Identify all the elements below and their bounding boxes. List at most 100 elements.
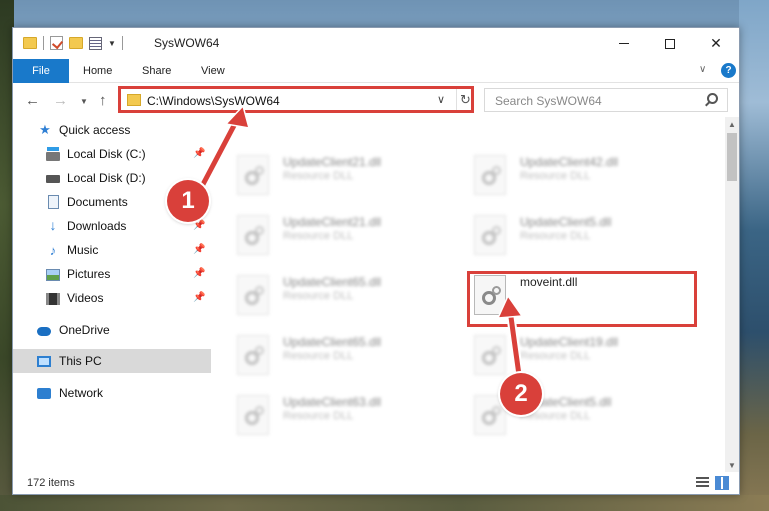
- computer-icon: [37, 354, 51, 368]
- scroll-up-icon[interactable]: ▲: [725, 117, 739, 131]
- sidebar-item-label: This PC: [59, 354, 102, 368]
- sidebar-item-local-disk-c[interactable]: Local Disk (C:) 📌: [13, 142, 211, 166]
- file-type: Resource DLL: [283, 290, 354, 302]
- sidebar-item-this-pc[interactable]: This PC: [13, 349, 211, 373]
- file-item[interactable]: UpdateClient21.dll Resource DLL: [237, 151, 467, 203]
- tab-file[interactable]: File: [13, 59, 69, 83]
- sidebar-item-music[interactable]: ♪ Music 📌: [13, 238, 211, 262]
- file-type: Resource DLL: [520, 350, 591, 362]
- search-icon[interactable]: [707, 93, 718, 104]
- drive-icon: [46, 172, 60, 186]
- star-icon: ★: [39, 122, 51, 137]
- address-path[interactable]: C:\Windows\SysWOW64: [147, 94, 280, 108]
- dll-file-icon: [237, 215, 269, 255]
- pictures-icon: [46, 268, 60, 282]
- sidebar-item-label: Music: [67, 243, 99, 257]
- file-type: Resource DLL: [283, 170, 354, 182]
- ribbon: File Home Share View ∨ ?: [13, 59, 739, 83]
- download-icon: ↓: [49, 217, 57, 233]
- sidebar-item-label: Videos: [67, 291, 104, 305]
- file-item[interactable]: UpdateClient63.dll Resource DLL: [237, 391, 467, 443]
- file-type: Resource DLL: [283, 410, 354, 422]
- dll-file-icon: [237, 335, 269, 375]
- file-item[interactable]: UpdateClient65.dll Resource DLL: [237, 331, 467, 383]
- scrollbar-thumb[interactable]: [727, 133, 737, 181]
- help-icon[interactable]: ?: [721, 63, 736, 78]
- dll-file-icon: [237, 395, 269, 435]
- back-arrow-icon[interactable]: ←: [25, 92, 40, 109]
- file-name: UpdateClient63.dll: [283, 395, 382, 409]
- search-input[interactable]: Search SysWOW64: [484, 88, 728, 112]
- network-icon: [37, 386, 51, 400]
- file-item[interactable]: UpdateClient5.dll Resource DLL: [474, 211, 704, 263]
- file-name: UpdateClient65.dll: [283, 275, 382, 289]
- videos-icon: [46, 292, 60, 306]
- toolbar-divider: [121, 36, 123, 50]
- sidebar-item-label: Local Disk (D:): [67, 171, 146, 185]
- title-bar: ▼ SysWOW64 ✕: [13, 28, 739, 59]
- window-title: SysWOW64: [154, 36, 220, 50]
- scroll-down-icon[interactable]: ▼: [725, 458, 739, 472]
- dll-file-icon: [237, 155, 269, 195]
- expand-ribbon-icon[interactable]: ∨: [699, 64, 706, 75]
- sidebar-item-label: OneDrive: [59, 323, 110, 337]
- file-item[interactable]: UpdateClient19.dll Resource DLL: [474, 331, 704, 383]
- forward-arrow-icon[interactable]: →: [53, 92, 68, 109]
- file-list: UpdateClient21.dll Resource DLL UpdateCl…: [211, 117, 725, 472]
- file-type: Resource DLL: [283, 350, 354, 362]
- file-item[interactable]: UpdateClient65.dll Resource DLL: [237, 271, 467, 323]
- tab-view[interactable]: View: [201, 59, 225, 83]
- pin-icon: 📌: [193, 292, 206, 303]
- properties-check-icon[interactable]: [50, 36, 63, 50]
- toolbar-divider: [43, 36, 44, 50]
- maximize-button[interactable]: [647, 28, 693, 59]
- close-icon: ✕: [710, 35, 722, 51]
- minimize-button[interactable]: [601, 28, 647, 59]
- folder-icon: [127, 94, 141, 106]
- documents-icon: [46, 195, 60, 209]
- pin-icon: 📌: [193, 148, 206, 159]
- file-item[interactable]: UpdateClient42.dll Resource DLL: [474, 151, 704, 203]
- step-badge-1: 1: [167, 180, 209, 222]
- tab-share[interactable]: Share: [142, 59, 171, 83]
- pin-icon: 📌: [193, 220, 206, 231]
- sidebar-item-videos[interactable]: Videos 📌: [13, 286, 211, 310]
- recent-locations-icon[interactable]: ▼: [80, 97, 88, 106]
- folder-icon[interactable]: [23, 37, 37, 49]
- dll-file-icon: [237, 275, 269, 315]
- refresh-icon[interactable]: ↻: [456, 89, 474, 111]
- file-item[interactable]: UpdateClient21.dll Resource DLL: [237, 211, 467, 263]
- search-placeholder: Search SysWOW64: [495, 94, 602, 108]
- pin-icon: 📌: [193, 244, 206, 255]
- chevron-down-icon[interactable]: ∨: [437, 93, 445, 106]
- customize-icon[interactable]: [89, 36, 102, 50]
- dll-file-icon: [474, 155, 506, 195]
- drive-icon: [46, 146, 60, 162]
- step-badge-2: 2: [500, 373, 542, 415]
- quick-access-toolbar: ▼: [23, 36, 123, 50]
- file-type: Resource DLL: [520, 230, 591, 242]
- file-name: UpdateClient19.dll: [520, 335, 619, 349]
- large-icons-view-icon[interactable]: [715, 476, 729, 490]
- close-button[interactable]: ✕: [693, 28, 739, 59]
- file-name: UpdateClient21.dll: [283, 215, 382, 229]
- minimize-icon: [619, 43, 629, 44]
- sidebar-item-onedrive[interactable]: OneDrive: [13, 318, 211, 342]
- tab-home[interactable]: Home: [83, 59, 112, 83]
- details-view-icon[interactable]: [696, 477, 709, 489]
- new-folder-icon[interactable]: [69, 37, 83, 49]
- address-bar[interactable]: C:\Windows\SysWOW64 ∨ ↻: [118, 88, 474, 112]
- sidebar-item-network[interactable]: Network: [13, 381, 211, 405]
- pin-icon: 📌: [193, 268, 206, 279]
- sidebar-item-pictures[interactable]: Pictures 📌: [13, 262, 211, 286]
- file-name: UpdateClient42.dll: [520, 155, 619, 169]
- vertical-scrollbar[interactable]: ▲ ▼: [725, 117, 739, 472]
- dll-file-icon: [474, 215, 506, 255]
- sidebar-item-quick-access[interactable]: ★ Quick access: [13, 118, 211, 142]
- maximize-icon: [665, 38, 675, 49]
- chevron-down-icon[interactable]: ▼: [108, 39, 116, 48]
- file-highlight-box: [467, 271, 697, 327]
- item-count: 172 items: [27, 477, 75, 489]
- sidebar-item-label: Network: [59, 386, 104, 400]
- up-arrow-icon[interactable]: ↑: [99, 92, 107, 109]
